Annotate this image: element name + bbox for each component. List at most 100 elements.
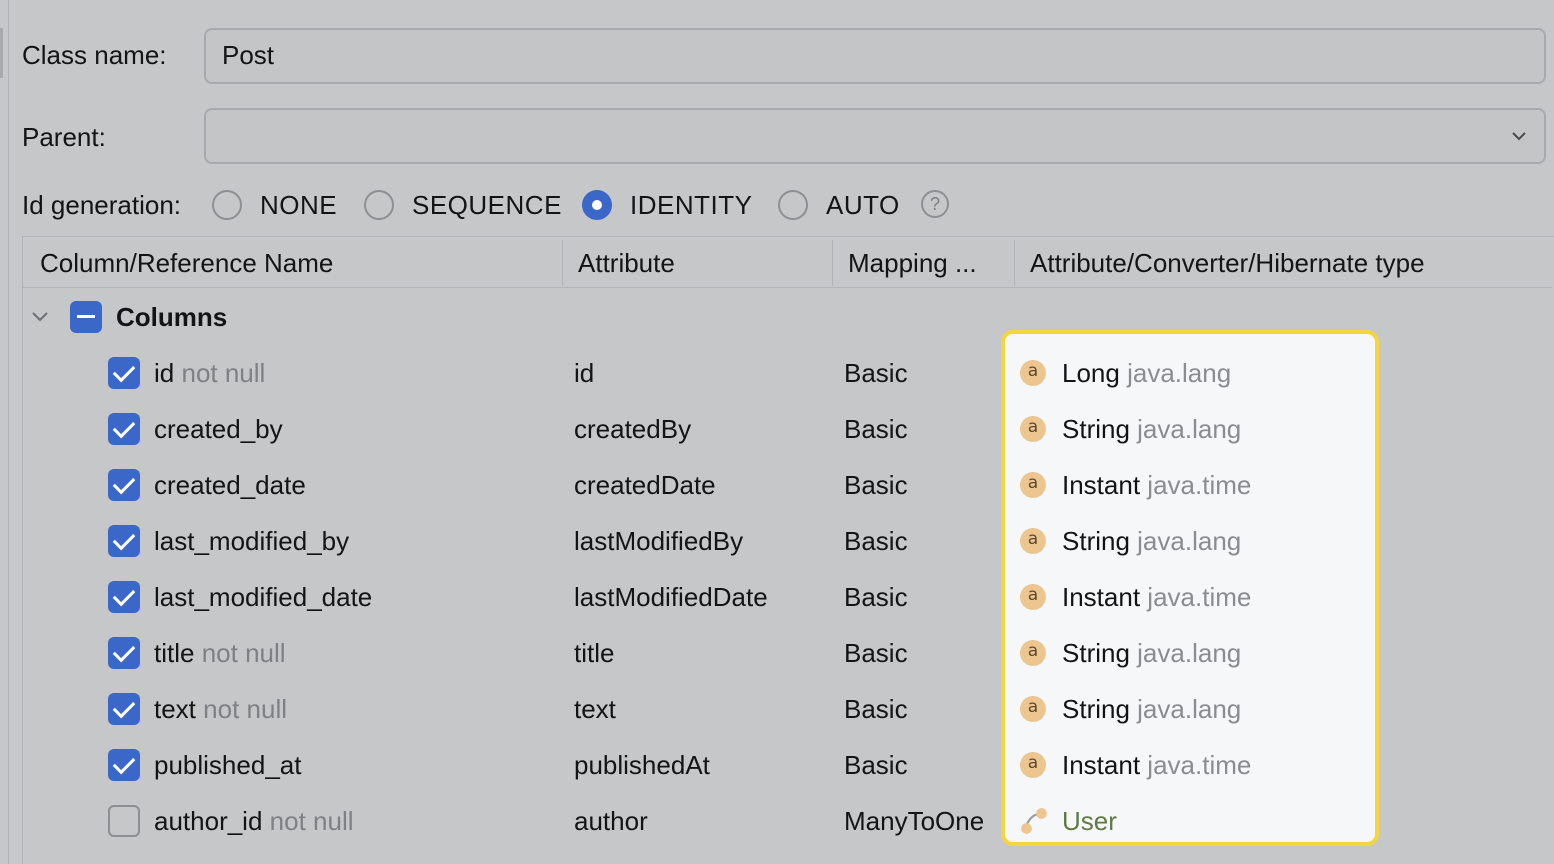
column-divider[interactable] bbox=[562, 240, 563, 286]
row-checkbox[interactable] bbox=[108, 357, 140, 389]
column-name-cell[interactable]: last_modified_by bbox=[154, 526, 349, 556]
column-name-cell[interactable]: created_date bbox=[154, 470, 306, 500]
type-cell[interactable]: Instant java.time bbox=[1062, 470, 1251, 500]
column-name-cell[interactable]: published_at bbox=[154, 750, 301, 780]
type-name: Instant bbox=[1062, 582, 1141, 612]
class-name-value: Post bbox=[222, 40, 275, 70]
column-divider[interactable] bbox=[1014, 240, 1015, 286]
type-package: java.lang bbox=[1127, 358, 1232, 388]
mapping-cell[interactable]: Basic bbox=[844, 638, 908, 668]
radio-none-button[interactable] bbox=[212, 190, 242, 220]
radio-none-label: NONE bbox=[260, 190, 338, 220]
attribute-icon: a bbox=[1020, 752, 1046, 778]
attribute-icon: a bbox=[1020, 640, 1046, 666]
attribute-cell[interactable]: lastModifiedDate bbox=[574, 582, 768, 612]
attribute-icon: a bbox=[1020, 472, 1046, 498]
mapping-cell[interactable]: Basic bbox=[844, 414, 908, 444]
attribute-cell[interactable]: createdDate bbox=[574, 470, 716, 500]
type-cell[interactable]: String java.lang bbox=[1062, 694, 1241, 724]
attribute-cell[interactable]: lastModifiedBy bbox=[574, 526, 743, 556]
header-mapping[interactable]: Mapping ... bbox=[848, 237, 977, 287]
radio-identity-button[interactable] bbox=[582, 190, 612, 220]
mapping-cell[interactable]: Basic bbox=[844, 358, 908, 388]
type-cell[interactable]: String java.lang bbox=[1062, 414, 1241, 444]
left-panel-edge bbox=[0, 0, 9, 864]
not-null-hint: not null bbox=[181, 358, 266, 388]
class-name-input[interactable]: Post bbox=[204, 28, 1546, 84]
row-checkbox[interactable] bbox=[108, 413, 140, 445]
radio-auto-button[interactable] bbox=[778, 190, 808, 220]
type-name: String bbox=[1062, 526, 1130, 556]
type-package: java.time bbox=[1147, 750, 1252, 780]
attribute-cell[interactable]: title bbox=[574, 638, 614, 668]
attribute-icon: a bbox=[1020, 584, 1046, 610]
row-checkbox[interactable] bbox=[108, 637, 140, 669]
column-name-cell[interactable]: text not null bbox=[154, 694, 287, 724]
attribute-cell[interactable]: text bbox=[574, 694, 616, 724]
type-package: java.lang bbox=[1137, 694, 1242, 724]
mapping-cell[interactable]: Basic bbox=[844, 694, 908, 724]
table-header: Column/Reference Name Attribute Mapping … bbox=[22, 237, 1552, 288]
column-name: created_date bbox=[154, 470, 306, 500]
type-name: Long bbox=[1062, 358, 1120, 388]
mapping-cell[interactable]: Basic bbox=[844, 582, 908, 612]
type-package: java.lang bbox=[1137, 414, 1242, 444]
type-cell[interactable]: String java.lang bbox=[1062, 526, 1241, 556]
header-type[interactable]: Attribute/Converter/Hibernate type bbox=[1030, 237, 1425, 287]
attribute-icon: a bbox=[1020, 360, 1046, 386]
attribute-icon: a bbox=[1020, 528, 1046, 554]
type-name: Instant bbox=[1062, 470, 1141, 500]
panel-notch bbox=[0, 28, 3, 78]
type-name: Instant bbox=[1062, 750, 1141, 780]
columns-group-checkbox[interactable] bbox=[70, 301, 102, 333]
type-cell[interactable]: Long java.lang bbox=[1062, 358, 1231, 388]
mapping-cell[interactable]: Basic bbox=[844, 750, 908, 780]
row-checkbox[interactable] bbox=[108, 693, 140, 725]
radio-none[interactable]: NONE bbox=[212, 186, 337, 224]
type-name: String bbox=[1062, 414, 1130, 444]
help-icon[interactable]: ? bbox=[921, 190, 949, 218]
attribute-cell[interactable]: id bbox=[574, 358, 594, 388]
attribute-icon: a bbox=[1020, 696, 1046, 722]
entity-type-cell[interactable]: User bbox=[1062, 806, 1117, 836]
column-name: last_modified_by bbox=[154, 526, 350, 556]
column-name-cell[interactable]: author_id not null bbox=[154, 806, 354, 836]
column-name: id bbox=[154, 358, 175, 388]
parent-dropdown[interactable] bbox=[204, 108, 1546, 164]
mapping-cell[interactable]: Basic bbox=[844, 470, 908, 500]
radio-identity-label: IDENTITY bbox=[630, 190, 753, 220]
mapping-cell[interactable]: Basic bbox=[844, 526, 908, 556]
header-column-name[interactable]: Column/Reference Name bbox=[40, 237, 333, 287]
column-name-cell[interactable]: id not null bbox=[154, 358, 265, 388]
type-cell[interactable]: String java.lang bbox=[1062, 638, 1241, 668]
attribute-icon: a bbox=[1020, 416, 1046, 442]
row-checkbox[interactable] bbox=[108, 581, 140, 613]
radio-identity[interactable]: IDENTITY bbox=[582, 186, 752, 224]
row-checkbox[interactable] bbox=[108, 805, 140, 837]
collapse-chevron-icon[interactable] bbox=[30, 306, 50, 326]
column-name: text bbox=[154, 694, 196, 724]
class-name-label: Class name: bbox=[22, 40, 167, 70]
row-checkbox[interactable] bbox=[108, 525, 140, 557]
column-name: created_by bbox=[154, 414, 283, 444]
attribute-cell[interactable]: createdBy bbox=[574, 414, 691, 444]
column-divider[interactable] bbox=[832, 240, 833, 286]
attribute-cell[interactable]: author bbox=[574, 806, 648, 836]
type-cell[interactable]: Instant java.time bbox=[1062, 582, 1251, 612]
mapping-cell[interactable]: ManyToOne bbox=[844, 806, 984, 836]
id-generation-label: Id generation: bbox=[22, 190, 182, 220]
radio-auto[interactable]: AUTO bbox=[778, 186, 900, 224]
column-name-cell[interactable]: created_by bbox=[154, 414, 283, 444]
attribute-cell[interactable]: publishedAt bbox=[574, 750, 710, 780]
column-name-cell[interactable]: title not null bbox=[154, 638, 286, 668]
column-name-cell[interactable]: last_modified_date bbox=[154, 582, 372, 612]
radio-sequence[interactable]: SEQUENCE bbox=[364, 186, 562, 224]
row-checkbox[interactable] bbox=[108, 469, 140, 501]
header-attribute[interactable]: Attribute bbox=[578, 237, 675, 287]
chevron-down-icon[interactable] bbox=[1508, 125, 1530, 147]
radio-sequence-button[interactable] bbox=[364, 190, 394, 220]
type-cell[interactable]: Instant java.time bbox=[1062, 750, 1251, 780]
row-checkbox[interactable] bbox=[108, 749, 140, 781]
relation-icon bbox=[1021, 808, 1047, 834]
column-name: title bbox=[154, 638, 195, 668]
